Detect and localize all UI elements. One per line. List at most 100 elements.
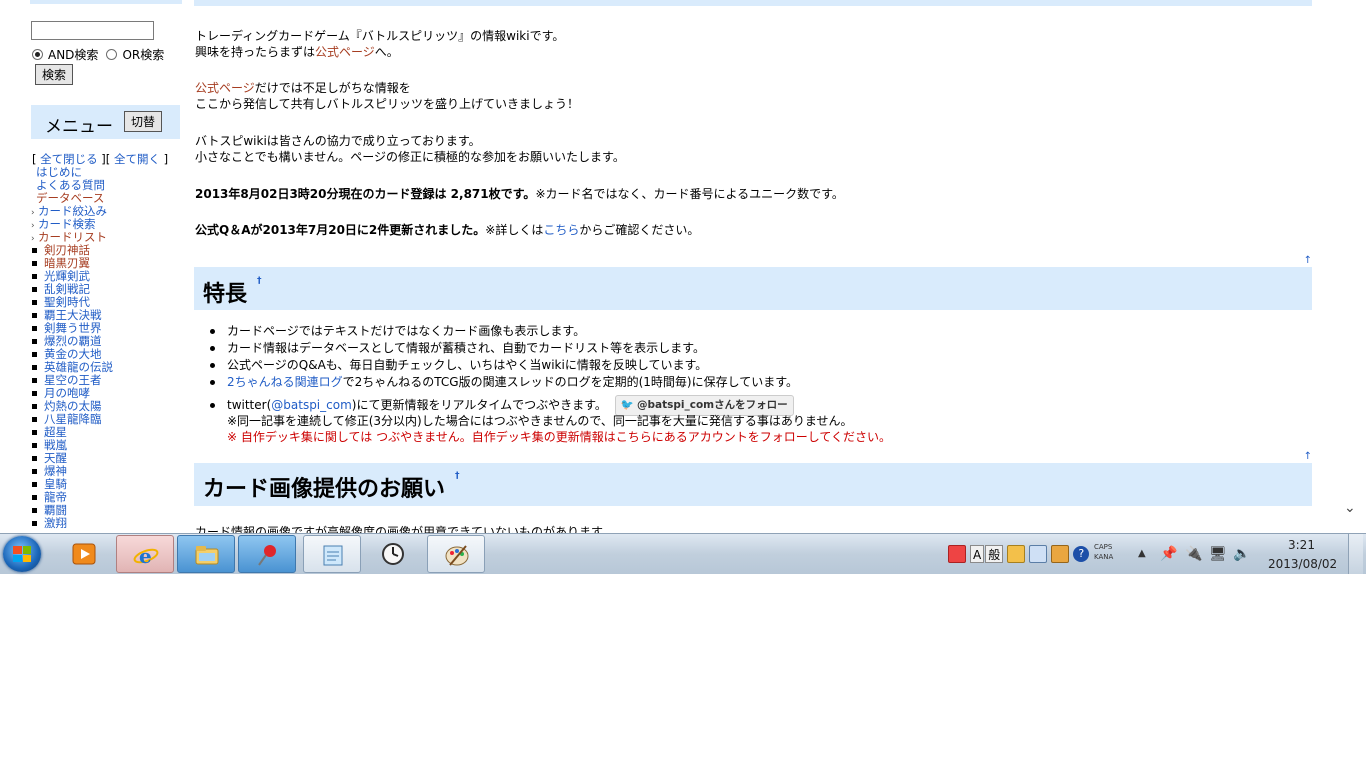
sidebar-menu-item-label[interactable]: 月の咆哮 [44,386,90,400]
qa-update-text: 公式Q＆Aが2013年7月20日に2件更新されました。 [195,223,486,237]
taskbar-notepad[interactable] [303,535,361,573]
sidebar-menu-item-label[interactable]: 英雄龍の伝説 [44,360,113,374]
twitter-note: ※同一記事を連続して修正(3分以内)した場合にはつぶやきませんので、同一記事を大… [227,414,853,428]
start-button[interactable] [3,536,41,572]
qa-note-pre: ※詳しくは [485,223,544,237]
sidebar-menu-item-label[interactable]: 聖剣時代 [44,295,90,309]
bullet-icon [210,346,215,351]
section-card-images-title: カード画像提供のお願い † [203,471,460,503]
sidebar-menu-item-label[interactable]: 灼熱の太陽 [44,399,102,413]
sidebar-menu-item-label[interactable]: 覇王大決戦 [44,308,102,322]
sidebar-menu-item-label[interactable]: カード検索 [38,217,96,231]
square-bullet-icon [32,404,37,409]
twitter-account-link[interactable]: @batspi_com [271,398,352,412]
square-bullet-icon [32,300,37,305]
scroll-down-chevron-icon[interactable]: ⌄ [1344,500,1356,516]
sidebar-menu-item-label[interactable]: 乱剣戦記 [44,282,90,296]
volume-icon[interactable]: 🔈 [1233,546,1250,562]
taskbar-clock-app[interactable] [364,535,422,573]
and-search-radio[interactable] [32,48,43,60]
square-bullet-icon [32,365,37,370]
help-icon[interactable]: ? [1073,546,1090,562]
qa-details-link[interactable]: こちら [543,223,579,237]
sidebar-menu-item-label[interactable]: 星空の王者 [44,373,102,387]
tray-app-icon[interactable] [948,545,966,563]
sidebar-menu-item-label[interactable]: 爆神 [44,464,67,478]
feature-text: 公式ページのQ&Aも、毎日自動チェックし、いちはやく当wikiに情報を反映してい… [227,358,708,372]
sidebar-menu-item-label[interactable]: 超星 [44,425,67,439]
clock-time[interactable]: 3:21 [1288,538,1315,552]
section-anchor-1[interactable]: † [257,276,262,286]
log-link[interactable]: 2ちゃんねる関連ログ [227,375,343,389]
official-page-link-2[interactable]: 公式ページ [195,81,255,95]
media-player-icon [72,543,96,565]
caps-indicator: CAPS [1094,543,1113,551]
sidebar-menu-item-label[interactable]: 激翔 [44,516,67,530]
sidebar-menu-item-label[interactable]: 覇闘 [44,503,67,517]
ime-lock-status: CAPS KANA [1094,542,1113,562]
sidebar-menu-item-label[interactable]: はじめに [36,165,82,179]
sidebar-top-bar [30,0,182,4]
sidebar-menu-item-label[interactable]: 龍帝 [44,490,67,504]
or-search-radio[interactable] [106,48,118,60]
qa-note-post: からご確認ください。 [579,223,700,237]
twitter-follow-button[interactable]: 🐦 @batspi_comさんをフォロー [614,395,794,416]
clock-icon [382,543,404,565]
ime-tool-icon[interactable] [1051,545,1070,563]
ime-conversion-mode[interactable]: 般 [985,545,1004,563]
search-button[interactable]: 検索 [35,64,73,85]
sidebar-menu-item[interactable]: 激翔 [32,517,67,530]
sidebar-menu-item-label[interactable]: 暗黒刃翼 [44,256,90,270]
expand-all-link[interactable]: 全て開く [114,152,160,166]
ime-dictionary-icon[interactable] [1007,545,1026,563]
ime-input-mode[interactable]: A [970,545,985,563]
menu-toggle-button[interactable]: 切替 [124,111,162,132]
sidebar-menu-item-label[interactable]: 剣刃神話 [44,243,90,257]
taskbar-sticky-pin-app[interactable] [238,535,296,573]
pin-icon[interactable]: 📌 [1160,546,1177,562]
sidebar-menu-item-label[interactable]: データベース [36,191,104,205]
sidebar-menu-item-label[interactable]: 天醒 [44,451,67,465]
sidebar-menu-item-label[interactable]: 戦嵐 [44,438,67,452]
sidebar-menu-item-label[interactable]: カード絞込み [38,204,107,218]
sidebar-menu-item-label[interactable]: 八星龍降臨 [44,412,102,426]
show-desktop-button[interactable] [1348,534,1363,574]
show-hidden-icons-chevron-icon[interactable]: ▲ [1138,548,1146,559]
back-to-top-link-1[interactable]: ↑ [1304,255,1312,266]
taskbar-internet-explorer[interactable]: e [116,535,174,573]
section-card-images-header: カード画像提供のお願い † [194,463,1312,506]
twitter-text-end: )にて更新情報をリアルタイムでつぶやきます。 [351,398,607,412]
or-search-label[interactable]: OR検索 [122,46,164,63]
taskbar-media-player[interactable] [55,535,113,573]
sidebar-menu-item-label[interactable]: 爆烈の覇道 [44,334,102,348]
taskbar-explorer[interactable] [177,535,235,573]
menu-title: メニュー [45,117,113,137]
square-bullet-icon [32,274,37,279]
network-icon[interactable]: 🖥 [1209,546,1227,562]
sidebar-menu-item-label[interactable]: 黄金の大地 [44,347,102,361]
sidebar-menu-item-label[interactable]: よくある質問 [36,178,105,192]
back-to-top-link-2[interactable]: ↑ [1304,451,1312,462]
sidebar-menu-item-label[interactable]: 剣舞う世界 [44,321,102,335]
search-input[interactable] [31,21,154,40]
tree-bracket-close: ] [159,152,169,166]
and-search-label[interactable]: AND検索 [48,46,98,63]
ime-search-icon[interactable] [1029,545,1048,563]
official-page-link[interactable]: 公式ページ [315,45,375,59]
taskbar-paint[interactable] [427,535,485,573]
sidebar-menu-item-label[interactable]: 皇騎 [44,477,67,491]
sidebar-menu-item-label[interactable]: カードリスト [38,230,107,244]
square-bullet-icon [32,339,37,344]
intro-line-2: 興味を持ったらまずは公式ページへ。 [195,44,399,60]
sidebar-menu-item-label[interactable]: 光輝剣武 [44,269,90,283]
device-plug-icon[interactable]: 🔌 [1185,546,1202,562]
section-features-title: 特長 † [203,276,262,308]
follow-button-label: @batspi_comさんをフォロー [636,399,788,411]
clock-date[interactable]: 2013/08/02 [1268,557,1337,571]
square-bullet-icon [32,352,37,357]
section-anchor-2[interactable]: † [455,471,460,481]
intro-text: 興味を持ったらまずは [195,45,316,59]
collapse-all-link[interactable]: 全て閉じる [40,152,98,166]
tree-bracket-mid: ][ [97,152,114,166]
page-scrollbar[interactable]: ⌄ [1340,0,1362,533]
